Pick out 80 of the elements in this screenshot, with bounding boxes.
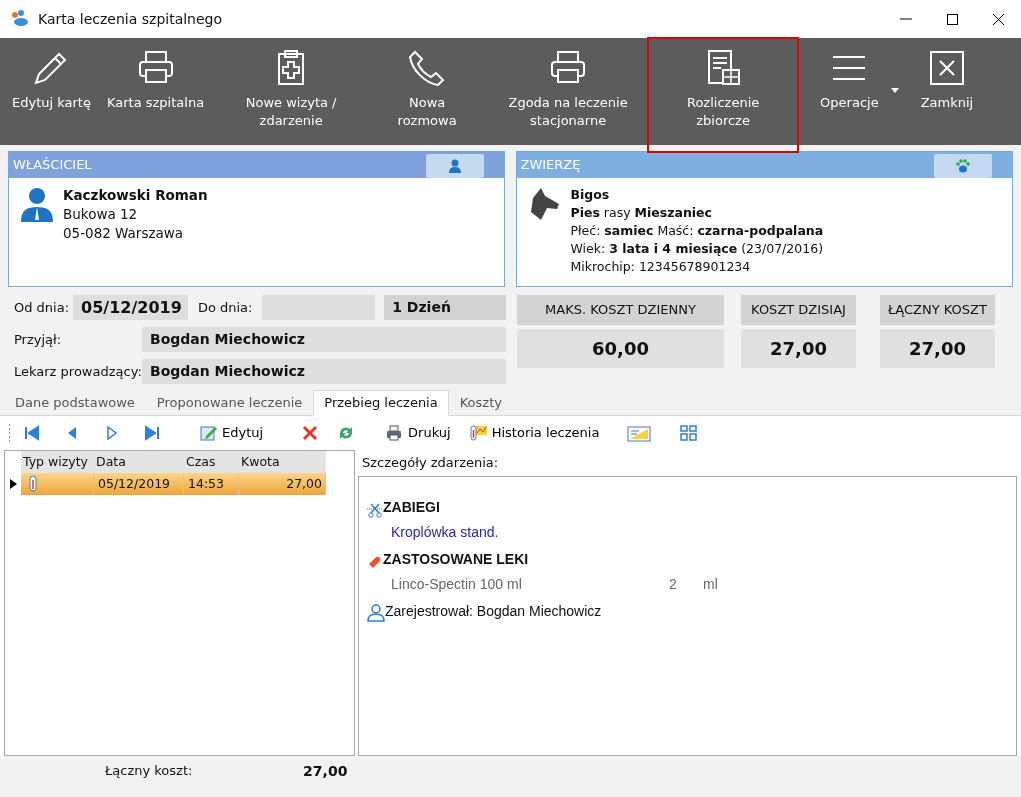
registered-by-text: Zarejestrował: Bogdan Miechowicz (385, 602, 602, 621)
minimize-icon (900, 18, 912, 20)
panel-button[interactable] (425, 154, 484, 178)
cost-value: 27,00 (741, 329, 856, 368)
toolbar-button[interactable]: Nowe wizyta / zdarzenie (230, 38, 353, 145)
detail-text: Pies rasy Mieszaniec (570, 204, 713, 222)
scissors-icon (367, 502, 383, 518)
section-title: ZASTOSOWANE LEKI (383, 550, 529, 569)
cost-label: ŁĄCZNY KOSZT (880, 295, 995, 325)
paw-icon (955, 159, 971, 173)
first-record-icon (23, 424, 41, 442)
detail-text: Wiek: 3 lata i 4 miesiące (23/07/2016) (570, 240, 824, 258)
window-title: Karta leczenia szpitalnego (38, 9, 223, 29)
grid-icon (679, 424, 698, 442)
tab[interactable]: Przebieg leczenia (313, 390, 449, 416)
edit-icon (199, 424, 217, 442)
toolbar-button[interactable]: Historia leczenia (462, 421, 606, 445)
item-quantity: 2 (669, 575, 678, 594)
pill-icon (367, 554, 383, 570)
detail-text: Płeć: samiec Maść: czarna-podpalana (570, 222, 824, 240)
section-label: Szczegóły zdarzenia: (361, 454, 499, 473)
column-header: Typ wizyty (22, 452, 89, 471)
toolbar-button[interactable]: Zamknij (914, 38, 980, 145)
thermometer-chart-icon (468, 424, 487, 442)
maximize-icon (946, 13, 958, 25)
app-logo-icon (10, 10, 30, 28)
field-label: Przyjął: (14, 330, 63, 349)
toolbar-button[interactable]: Karta szpitalna (100, 38, 211, 145)
tab[interactable]: Dane podstawowe (4, 390, 146, 416)
panel-title: WŁAŚCICIEL (13, 156, 92, 175)
person-icon (447, 159, 462, 173)
name-field: Bogdan Miechowicz (142, 327, 506, 352)
close-icon (992, 13, 1004, 25)
name-field: Bogdan Miechowicz (142, 359, 506, 384)
field-label: Od dnia: (14, 298, 70, 317)
printer-icon (385, 424, 404, 442)
person-avatar-icon (19, 186, 55, 222)
cost-value: 27,00 (880, 329, 995, 368)
duration-field: 1 Dzień (384, 295, 506, 320)
tab[interactable]: Koszty (448, 390, 513, 416)
panel-button[interactable] (934, 154, 992, 178)
toolbar-button[interactable]: Zgoda na leczenie stacjonarne (492, 38, 645, 145)
toolbar-button[interactable]: Nowa rozmowa (386, 38, 469, 145)
tab[interactable]: Proponowane leczenie (145, 390, 314, 416)
name-text: Bigos (570, 186, 611, 204)
date-field[interactable]: 05/12/2019 (73, 295, 188, 320)
column-header: Kwota (240, 452, 281, 471)
caret-icon (890, 88, 899, 93)
detail-text: Bukowa 12 (63, 205, 139, 224)
section-title: ZABIEGI (383, 498, 440, 517)
toolbar-button[interactable]: Rozliczenie zbiorcze (648, 38, 799, 152)
cost-label: KOSZT DZISIAJ (741, 295, 856, 325)
last-record-icon (143, 424, 161, 442)
grip-handle-icon[interactable] (8, 424, 11, 442)
column-header: Data (95, 452, 127, 471)
thermometer-icon (29, 475, 37, 493)
footer-label: Łączny koszt: (105, 762, 193, 781)
delete-icon (301, 424, 320, 442)
column-header: Czas (185, 452, 217, 471)
detail-text: Mikrochip: 12345678901234 (570, 258, 752, 276)
table-cell: 14:53 (184, 473, 239, 495)
toolbar-button[interactable]: Edytuj kartę (6, 38, 97, 145)
item-unit: ml (703, 575, 718, 594)
cost-value: 60,00 (517, 329, 724, 368)
item-name: Kroplówka stand. (391, 523, 499, 542)
item-name: Linco-Spectin 100 ml (391, 575, 523, 594)
toolbar-button[interactable]: Drukuj (379, 421, 457, 445)
field-label: Do dnia: (197, 298, 253, 317)
field-label: Lekarz prowadzący: (14, 362, 142, 381)
toolbar-button[interactable]: Edytuj (193, 421, 270, 445)
report-icon (627, 424, 652, 442)
table-cell: 27,00 (239, 473, 326, 495)
doctor-icon (367, 604, 385, 622)
table-cell: 05/12/2019 (94, 473, 184, 495)
detail-text: 05-082 Warszawa (63, 224, 185, 243)
footer-total: 27,00 (303, 762, 348, 779)
cost-label: MAKS. KOSZT DZIENNY (517, 295, 724, 325)
panel-title: ZWIERZĘ (520, 156, 581, 175)
toolbar-button[interactable]: Operacje (814, 38, 901, 145)
name-text: Kaczkowski Roman (63, 186, 208, 205)
